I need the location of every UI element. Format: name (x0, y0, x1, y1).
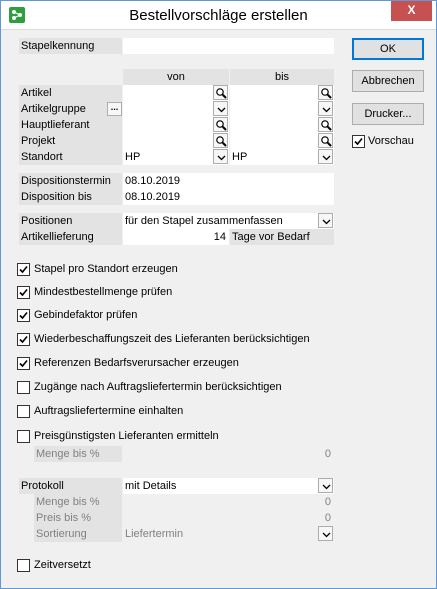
protocol-quantity-input[interactable]: 0 (123, 494, 334, 510)
magnifier-icon (321, 120, 332, 131)
staggered-label: Zeitversetzt (34, 559, 91, 571)
chevron-down-icon (322, 219, 331, 225)
option-container-factor-label: Gebindefaktor prüfen (34, 309, 138, 321)
article-from-search-button[interactable] (213, 85, 228, 100)
location-from-dropdown[interactable] (213, 149, 228, 164)
preview-label: Vorschau (368, 135, 414, 147)
project-label: Projekt (19, 133, 122, 149)
protocol-price-label: Preis bis % (34, 510, 122, 526)
disposition-date-input[interactable]: 08.10.2019 (123, 173, 334, 189)
article-delivery-label: Artikellieferung (19, 229, 122, 245)
cheapest-quantity-label: Menge bis % (34, 446, 122, 462)
article-group-to-dropdown[interactable] (318, 101, 333, 116)
option-batch-per-location-label: Stapel pro Standort erzeugen (34, 263, 178, 275)
protocol-sort-label: Sortierung (34, 526, 122, 542)
magnifier-icon (216, 120, 227, 131)
article-group-from-dropdown[interactable] (213, 101, 228, 116)
protocol-sort-dropdown[interactable] (318, 526, 333, 541)
close-button[interactable]: X (391, 1, 432, 21)
option-demand-references-checkbox[interactable] (17, 357, 30, 370)
chevron-down-icon (322, 155, 331, 161)
main-supplier-from-search-button[interactable] (213, 117, 228, 132)
checkmark-icon (19, 265, 28, 274)
article-group-browse-button[interactable]: ... (107, 102, 122, 116)
protocol-quantity-label: Menge bis % (34, 494, 122, 510)
project-from-search-button[interactable] (213, 133, 228, 148)
chevron-down-icon (322, 484, 331, 490)
option-replenishment-time-checkbox[interactable] (17, 333, 30, 346)
checkmark-icon (19, 359, 28, 368)
preview-checkbox[interactable] (352, 135, 365, 148)
checkmark-icon (19, 311, 28, 320)
disposition-date-label: Dispositionstermin (19, 173, 122, 189)
option-receipts-by-delivery-date-label: Zugänge nach Auftragsliefertermin berück… (34, 381, 282, 393)
main-supplier-label: Hauptlieferant (19, 117, 122, 133)
option-keep-delivery-dates-label: Auftragsliefertermine einhalten (34, 405, 184, 417)
checkmark-icon (354, 137, 363, 146)
cheapest-quantity-input[interactable]: 0 (123, 446, 334, 462)
option-container-factor-checkbox[interactable] (17, 309, 30, 322)
dialog-window: Bestellvorschläge erstellen X OK Abbrech… (0, 0, 437, 589)
option-replenishment-time-label: Wiederbeschaffungszeit des Lieferanten b… (34, 333, 310, 345)
ok-button[interactable]: OK (352, 38, 424, 60)
option-keep-delivery-dates-checkbox[interactable] (17, 405, 30, 418)
magnifier-icon (321, 88, 332, 99)
disposition-until-input[interactable]: 08.10.2019 (123, 189, 334, 205)
staggered-checkbox[interactable] (17, 559, 30, 572)
checkmark-icon (19, 335, 28, 344)
option-cheapest-supplier-checkbox[interactable] (17, 430, 30, 443)
protocol-sort-select[interactable]: Liefertermin (123, 526, 334, 542)
positions-dropdown[interactable] (318, 213, 333, 228)
option-min-order-qty-checkbox[interactable] (17, 286, 30, 299)
project-to-search-button[interactable] (318, 133, 333, 148)
option-receipts-by-delivery-date-checkbox[interactable] (17, 381, 30, 394)
article-delivery-days-input[interactable]: 14 (123, 229, 229, 245)
location-label: Standort (19, 149, 122, 165)
chevron-down-icon (217, 107, 226, 113)
printer-button[interactable]: Drucker... (352, 103, 424, 125)
protocol-select[interactable]: mit Details (123, 478, 334, 494)
option-min-order-qty-label: Mindestbestellmenge prüfen (34, 286, 173, 298)
chevron-down-icon (217, 155, 226, 161)
magnifier-icon (321, 136, 332, 147)
positions-label: Positionen (19, 213, 122, 229)
column-header-from: von (123, 69, 229, 85)
magnifier-icon (216, 136, 227, 147)
protocol-dropdown[interactable] (318, 478, 333, 493)
article-to-search-button[interactable] (318, 85, 333, 100)
batch-input[interactable] (123, 38, 334, 54)
window-title: Bestellvorschläge erstellen (129, 7, 308, 24)
batch-label: Stapelkennung (19, 38, 122, 54)
positions-select[interactable]: für den Stapel zusammenfassen (123, 213, 334, 229)
article-delivery-unit: Tage vor Bedarf (230, 229, 334, 245)
checkmark-icon (19, 288, 28, 297)
option-cheapest-supplier-label: Preisgünstigsten Lieferanten ermitteln (34, 430, 219, 442)
chevron-down-icon (322, 107, 331, 113)
column-header-to: bis (230, 69, 334, 85)
close-icon: X (407, 3, 416, 17)
magnifier-icon (216, 88, 227, 99)
option-batch-per-location-checkbox[interactable] (17, 263, 30, 276)
disposition-until-label: Disposition bis (19, 189, 122, 205)
option-demand-references-label: Referenzen Bedarfsverursacher erzeugen (34, 357, 239, 369)
protocol-label: Protokoll (19, 478, 122, 494)
protocol-price-input[interactable]: 0 (123, 510, 334, 526)
cancel-button[interactable]: Abbrechen (352, 70, 424, 92)
location-to-dropdown[interactable] (318, 149, 333, 164)
article-label: Artikel (19, 85, 122, 101)
title-bar: Bestellvorschläge erstellen X (1, 1, 436, 30)
chevron-down-icon (322, 532, 331, 538)
main-supplier-to-search-button[interactable] (318, 117, 333, 132)
